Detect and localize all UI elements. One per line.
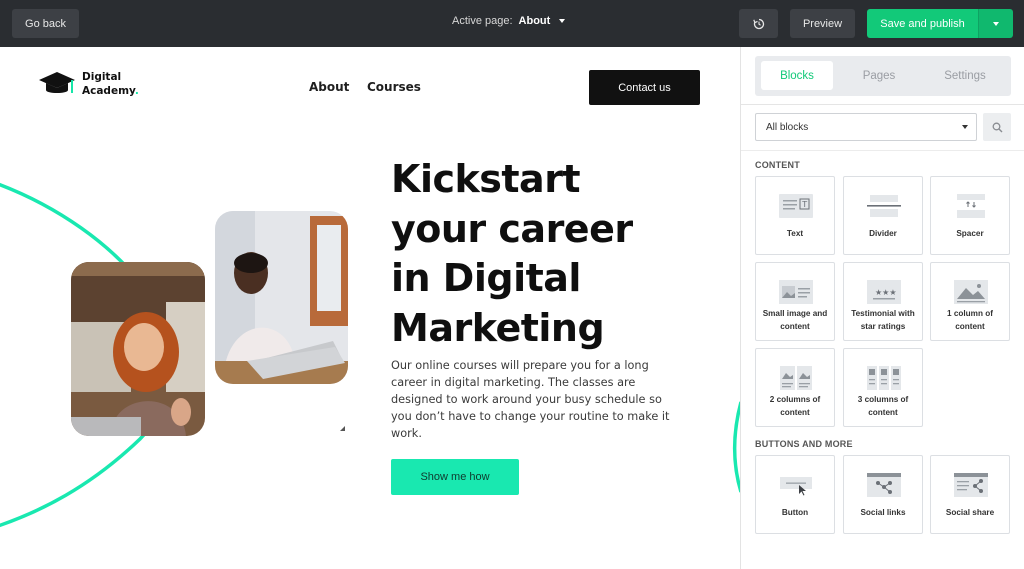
one-column-block-icon [954,280,988,304]
contact-us-button[interactable]: Contact us [589,70,700,105]
block-label: Text [786,229,804,238]
save-and-publish-button[interactable]: Save and publish [867,9,978,38]
block-text[interactable]: T Text [755,176,835,255]
divider [741,104,1024,105]
hero-title: Kickstart your career in Digital Marketi… [391,155,721,353]
hero-title-line: Kickstart [391,157,581,201]
button-block-icon [780,477,812,496]
hero-description: Our online courses will prepare you for … [391,359,670,440]
chevron-down-icon [962,125,968,129]
block-label: Divider [869,229,897,238]
block-social-share[interactable]: Social share [930,455,1010,534]
chevron-down-icon [559,19,566,23]
panel-tabs: Blocks Pages Settings [755,56,1011,96]
block-label: Small image and content [762,309,828,331]
two-columns-block-icon [780,366,812,390]
search-button[interactable] [983,113,1011,141]
social-links-block-icon [867,473,901,497]
page-canvas: Digital Academy. About Courses Contact u… [0,47,740,569]
text-block-icon: T [779,194,813,218]
woman-photo [71,262,205,436]
image-content-block-icon [779,280,813,304]
block-social-links[interactable]: Social links [843,455,923,534]
preview-button[interactable]: Preview [790,9,855,38]
nav-link-about[interactable]: About [309,80,349,94]
block-divider[interactable]: Divider [843,176,923,255]
divider-block-icon [867,195,901,217]
block-three-columns[interactable]: 3 columns of content [843,348,923,427]
block-two-columns[interactable]: 2 columns of content [755,348,835,427]
tab-pages[interactable]: Pages [843,61,915,90]
hero-image-man[interactable] [215,211,348,384]
svg-text:★★★: ★★★ [875,288,897,297]
block-label: Testimonial with star ratings [851,309,915,331]
graduation-cap-icon [39,72,75,93]
hero-title-line: your career [391,206,633,251]
hero-title-line: in Digital [391,256,581,300]
history-button[interactable] [739,9,778,38]
nav-link-courses[interactable]: Courses [367,80,421,94]
logo-dot: . [134,85,139,97]
block-label: 2 columns of content [769,395,821,417]
block-one-column[interactable]: 1 column of content [930,262,1010,341]
tab-blocks[interactable]: Blocks [761,61,833,90]
hero-image-woman[interactable] [71,262,205,436]
spacer-block-icon [957,194,985,218]
block-label: Social share [945,508,995,517]
active-page-label: Active page: [452,15,513,27]
logo-line-1: Digital [82,71,122,83]
editor-toolbar: Go back Active page: About Preview Save … [0,0,1024,47]
block-filter-select[interactable]: All blocks [755,113,977,141]
search-icon [992,122,1002,132]
block-label: 1 column of content [947,309,993,331]
active-page-selector[interactable]: Active page: About [452,15,566,27]
logo-line-2: Academy. [82,84,139,98]
site-logo[interactable]: Digital Academy. [38,70,139,104]
man-photo [215,211,348,384]
block-small-image-and-content[interactable]: Small image and content [755,262,835,341]
svg-text:T: T [801,200,807,209]
block-button[interactable]: Button [755,455,835,534]
publish-options-button[interactable] [978,9,1013,38]
history-icon [752,18,764,29]
blocks-panel: Blocks Pages Settings All blocks CONTENT… [740,47,1024,569]
block-label: Social links [860,508,906,517]
divider [741,150,1024,151]
logo-text: Digital Academy. [82,70,139,98]
chevron-down-icon [993,21,999,26]
block-testimonial[interactable]: ★★★ Testimonial with star ratings [843,262,923,341]
active-page-value: About [518,15,551,27]
section-label-buttons-and-more: BUTTONS AND MORE [755,439,853,449]
three-columns-block-icon [867,366,901,390]
testimonial-block-icon: ★★★ [867,280,901,304]
block-spacer[interactable]: Spacer [930,176,1010,255]
block-label: Button [781,508,809,517]
block-label: Spacer [956,229,984,238]
resize-handle-icon[interactable] [340,426,345,431]
block-label: 3 columns of content [857,395,909,417]
tab-settings[interactable]: Settings [927,61,1003,90]
hero-title-line: Marketing [391,305,605,350]
logo-academy: Academy [82,85,135,97]
go-back-button[interactable]: Go back [12,9,79,38]
block-filter-value: All blocks [766,121,809,133]
show-me-how-button[interactable]: Show me how [391,459,519,495]
section-label-content: CONTENT [755,160,800,170]
social-share-block-icon [954,473,988,497]
